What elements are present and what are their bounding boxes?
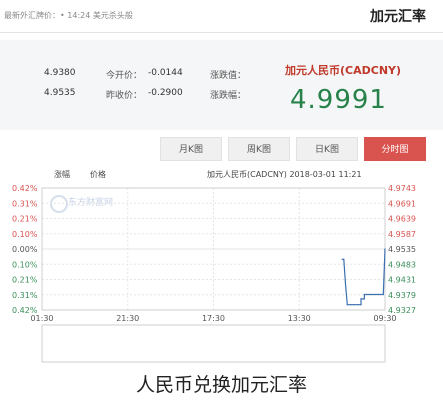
update-text: 最新外汇牌价：• 14:24 美元杀头般 [4,11,133,20]
left-tick-label: 0.10% [12,230,38,239]
price-point [345,285,347,287]
current-price: 4.9991 [290,85,387,115]
price-series [341,248,386,306]
chart-tabs: 月K图 周K图 日K图 分时图 [160,137,430,161]
chart-info-price-label: 价格 [90,170,106,179]
price-point [341,258,343,260]
right-tick-label: 4.9743 [388,184,416,193]
right-tick-label: 4.9431 [388,276,416,285]
price-point [363,293,365,296]
open-price: 4.9380 [44,68,76,78]
prev-close-price: 4.9535 [44,88,76,98]
chart-grid [41,187,386,363]
price-point [382,293,384,296]
price-point [343,258,345,260]
left-tick-label: 0.31% [12,291,38,300]
page-title: 加元汇率 [370,9,426,25]
chart-info-title: 加元人民币(CADCNY) 2018-03-01 11:21 [207,170,362,179]
right-tick-label: 4.9535 [388,245,416,254]
price-point [363,298,365,300]
right-tick-label: 4.9379 [388,291,416,300]
x-tick-label: 09:30 [373,314,396,323]
change-value-label: 涨跌值： [210,71,247,81]
left-axis-ticks: 0.42% 0.31% 0.21% 0.10% 0.00% 0.10% 0.21% 0.31%… [12,184,38,315]
open-price-label: 今开价： [106,71,143,81]
tab-monthly-k[interactable]: 月K图 [160,137,222,161]
price-line [342,248,386,306]
change-value: -0.0144 [148,68,183,78]
prev-close-label: 昨收价： [106,91,143,101]
price-point [370,293,372,296]
currency-pair-name: 加元人民币(CADCNY) [285,64,402,77]
tab-intraday[interactable]: 分时图 [364,137,426,161]
left-tick-label: 0.10% [12,260,38,269]
price-point [346,304,348,306]
left-tick-label: 0.31% [12,199,38,208]
x-tick-label: 13:30 [288,314,311,323]
left-tick-label: 0.00% [12,245,38,254]
price-point [353,304,355,306]
right-tick-label: 4.9639 [388,215,416,224]
chart-info-change-label: 涨幅 [54,170,70,179]
right-tick-label: 4.9483 [388,260,416,269]
intraday-chart: 0.42% 0.31% 0.21% 0.10% 0.00% 0.10% 0.21% 0.31%… [12,184,416,363]
x-axis-ticks: 09:30 13:30 17:30 21:30 01:30 [30,314,396,323]
price-point [360,304,362,306]
price-point [357,304,359,306]
header-divider [0,32,443,33]
x-tick-label: 01:30 [30,314,53,323]
left-tick-label: 0.42% [12,184,38,193]
change-percent: -0.2900 [148,88,183,98]
price-point [360,298,362,300]
price-point [377,293,379,296]
left-tick-label: 0.21% [12,276,38,285]
tab-weekly-k[interactable]: 周K图 [228,137,290,161]
caption: 人民币兑换加元汇率 [135,374,307,396]
x-tick-label: 17:30 [202,314,225,323]
change-percent-label: 涨跌幅： [210,91,247,101]
right-axis-ticks: 4.9743 4.9691 4.9639 4.9587 4.9535 4.9483 4.94… [388,184,416,315]
price-point [350,304,352,306]
volume-panel-border [41,324,386,363]
x-tick-label: 21:30 [116,314,139,323]
right-tick-label: 4.9691 [388,199,416,208]
tab-daily-k[interactable]: 日K图 [296,137,358,161]
left-tick-label: 0.21% [12,215,38,224]
price-point [384,248,386,250]
right-tick-label: 4.9587 [388,230,416,239]
